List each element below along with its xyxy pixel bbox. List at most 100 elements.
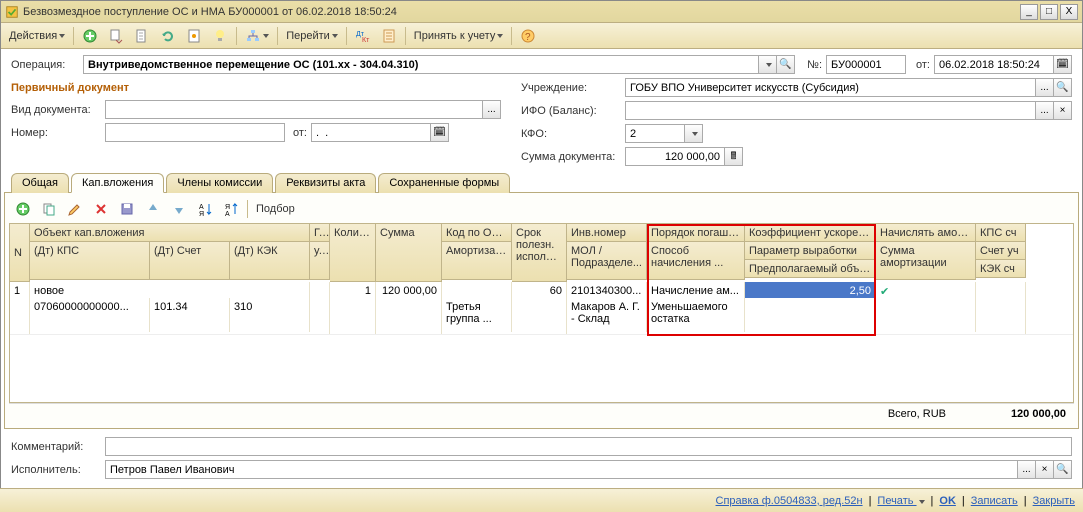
executor-clear-button[interactable]: × — [1036, 460, 1054, 479]
ok-button[interactable]: OK — [939, 495, 956, 507]
tab-kapvlozh[interactable]: Кап.вложения — [71, 173, 164, 193]
operation-field[interactable] — [83, 55, 759, 74]
sum-field[interactable] — [625, 147, 725, 166]
grid-add-button[interactable] — [11, 199, 35, 219]
operation-lookup-button[interactable]: 🔍 — [777, 55, 795, 74]
doc-type-field[interactable] — [105, 100, 483, 119]
ref-link[interactable]: Справка ф.0504833, ред.52н — [716, 495, 863, 507]
grid-sort-desc-button[interactable]: ЯА — [219, 199, 243, 219]
grid-selection-button[interactable]: Подбор — [252, 199, 299, 219]
sort-asc-icon: АЯ — [197, 201, 213, 217]
col-param[interactable]: Параметр выработки — [745, 242, 876, 260]
goto-menu[interactable]: Перейти — [282, 26, 342, 46]
date-picker-button[interactable]: 🗓 — [1054, 55, 1072, 74]
maximize-button[interactable]: □ — [1040, 4, 1058, 20]
col-kekacc[interactable]: КЭК сч — [976, 260, 1026, 278]
org-select-button[interactable]: ... — [1036, 78, 1054, 97]
comment-field[interactable] — [105, 437, 1072, 456]
col-repay[interactable]: Порядок погаше... — [647, 224, 745, 242]
grid[interactable]: N Объект кап.вложения (Дт) КПС (Дт) Счет… — [9, 223, 1074, 403]
doc-out-button[interactable] — [104, 26, 128, 46]
col-obj[interactable]: Объект кап.вложения — [30, 224, 310, 242]
col-qty[interactable]: Колич... — [330, 224, 376, 282]
col-mol[interactable]: МОЛ / Подразделе... — [567, 242, 647, 280]
report-icon — [381, 28, 397, 44]
report-button[interactable] — [377, 26, 401, 46]
svg-text:?: ? — [525, 32, 531, 43]
table-row[interactable]: 1 новое 07060000000000... 101.34 310 1 1… — [10, 282, 1073, 335]
doc-button[interactable] — [130, 26, 154, 46]
grid-down-button[interactable] — [167, 199, 191, 219]
col-ok[interactable]: Код по ОК... — [442, 224, 512, 242]
grid-edit-button[interactable] — [63, 199, 87, 219]
col-inv[interactable]: Инв.номер — [567, 224, 647, 242]
col-dtkek[interactable]: (Дт) КЭК — [230, 242, 310, 280]
col-calc[interactable]: Начислять аморти... — [876, 224, 976, 242]
col-life[interactable]: Срок полезн. использ... — [512, 224, 567, 282]
kfo-field[interactable] — [625, 124, 685, 143]
minimize-button[interactable]: _ — [1020, 4, 1038, 20]
grid-delete-button[interactable] — [89, 199, 113, 219]
date-field[interactable] — [934, 55, 1054, 74]
col-dtacc[interactable]: (Дт) Счет — [150, 242, 230, 280]
cell-method2: Уменьшаемого остатка — [647, 298, 745, 332]
cell-acc: 101.34 — [150, 298, 230, 332]
operation-dropdown-button[interactable] — [759, 55, 777, 74]
num-field[interactable] — [826, 55, 906, 74]
sum-calc-button[interactable]: 🖩 — [725, 147, 743, 166]
main-toolbar: Действия Перейти ДтКт Принять к учету ? — [1, 23, 1082, 49]
col-u[interactable]: у... — [310, 242, 330, 280]
config-icon — [186, 28, 202, 44]
org-lookup-button[interactable]: 🔍 — [1054, 78, 1072, 97]
config-button[interactable] — [182, 26, 206, 46]
grid-copy-button[interactable] — [37, 199, 61, 219]
close-button[interactable]: X — [1060, 4, 1078, 20]
grid-up-button[interactable] — [141, 199, 165, 219]
col-sum[interactable]: Сумма — [376, 224, 442, 282]
col-amort[interactable]: Амортизац... — [442, 242, 512, 280]
executor-lookup-button[interactable]: 🔍 — [1054, 460, 1072, 479]
ifo-field[interactable] — [625, 101, 1036, 120]
refresh-button[interactable] — [156, 26, 180, 46]
kfo-dropdown-button[interactable] — [685, 124, 703, 143]
col-sumam[interactable]: Сумма амортизации — [876, 242, 976, 280]
copy-icon — [41, 201, 57, 217]
col-kps[interactable]: КПС сч — [976, 224, 1026, 242]
col-n[interactable]: N — [10, 224, 30, 282]
close-link[interactable]: Закрыть — [1033, 495, 1075, 507]
col-dtkps[interactable]: (Дт) КПС — [30, 242, 150, 280]
col-vol[interactable]: Предполагаемый объем... — [745, 260, 876, 278]
add-button[interactable] — [78, 26, 102, 46]
col-g[interactable]: Г... — [310, 224, 330, 242]
accept-button[interactable]: Принять к учету — [410, 26, 508, 46]
dtkt-button[interactable]: ДтКт — [351, 26, 375, 46]
number-field[interactable] — [105, 123, 285, 142]
svg-text:Кт: Кт — [362, 37, 370, 44]
ifo-clear-button[interactable]: × — [1054, 101, 1072, 120]
col-ktacc[interactable]: Счет уч — [976, 242, 1026, 260]
col-method[interactable]: Способ начисления ... — [647, 242, 745, 280]
structure-button[interactable] — [241, 26, 273, 46]
tab-act-requisites[interactable]: Реквизиты акта — [275, 173, 376, 193]
help-button[interactable]: ? — [516, 26, 540, 46]
executor-select-button[interactable]: ... — [1018, 460, 1036, 479]
tab-commission[interactable]: Члены комиссии — [166, 173, 273, 193]
number-date-field[interactable] — [311, 123, 431, 142]
executor-field[interactable] — [105, 460, 1018, 479]
tab-saved-forms[interactable]: Сохраненные формы — [378, 173, 510, 193]
tab-general[interactable]: Общая — [11, 173, 69, 193]
cell-vol — [745, 314, 876, 330]
cell-coef[interactable]: 2,50 — [745, 282, 876, 298]
grid-save-button[interactable] — [115, 199, 139, 219]
delete-icon — [93, 201, 109, 217]
ifo-select-button[interactable]: ... — [1036, 101, 1054, 120]
actions-menu[interactable]: Действия — [5, 26, 69, 46]
number-date-picker-button[interactable]: 🗓 — [431, 123, 449, 142]
doc-type-select-button[interactable]: ... — [483, 100, 501, 119]
org-field[interactable] — [625, 78, 1036, 97]
lamp-button[interactable] — [208, 26, 232, 46]
grid-sort-asc-button[interactable]: АЯ — [193, 199, 217, 219]
save-button[interactable]: Записать — [971, 495, 1018, 507]
col-coef[interactable]: Коэффициент ускорения — [745, 224, 876, 242]
print-link[interactable]: Печать — [877, 495, 924, 507]
